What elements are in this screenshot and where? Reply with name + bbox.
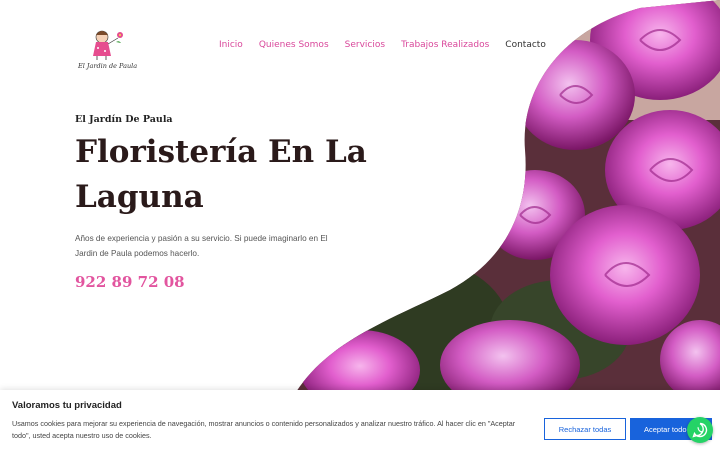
- nav-item-servicios[interactable]: Servicios: [345, 40, 385, 50]
- main-nav: Inicio Quienes Somos Servicios Trabajos …: [219, 40, 546, 50]
- whatsapp-icon: [692, 422, 708, 438]
- phone-link[interactable]: 922 89 72 08: [75, 273, 185, 291]
- nav-item-quienes-somos[interactable]: Quienes Somos: [259, 40, 329, 50]
- whatsapp-button[interactable]: [687, 417, 713, 443]
- reject-all-button[interactable]: Rechazar todas: [544, 418, 626, 440]
- nav-item-trabajos-realizados[interactable]: Trabajos Realizados: [401, 40, 489, 50]
- cookie-text: Usamos cookies para mejorar su experienc…: [12, 419, 516, 440]
- hero-title: Floristería En La Laguna: [75, 134, 367, 215]
- site-logo[interactable]: El Jardin de Paula: [78, 26, 138, 74]
- hero-eyebrow: El Jardín De Paula: [75, 114, 173, 125]
- logo-wordmark: El Jardin de Paula: [78, 62, 138, 70]
- cookie-banner: Valoramos tu privacidad Usamos cookies p…: [0, 390, 720, 450]
- cookie-title: Valoramos tu privacidad: [12, 400, 122, 411]
- nav-item-inicio[interactable]: Inicio: [219, 40, 243, 50]
- girl-with-flower-icon: [93, 30, 123, 60]
- hero-description: Años de experiencia y pasión a su servic…: [75, 234, 328, 258]
- nav-item-contacto[interactable]: Contacto: [505, 40, 546, 50]
